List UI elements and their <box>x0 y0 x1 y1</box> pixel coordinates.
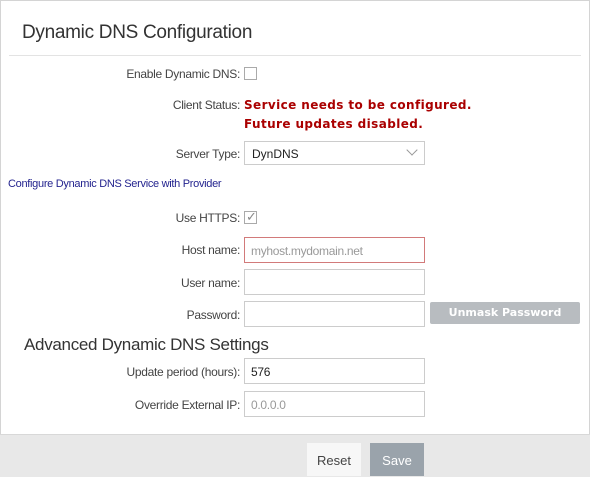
chevron-down-icon <box>406 144 418 156</box>
client-status-line-1: Service needs to be configured. <box>244 98 472 112</box>
server-type-label: Server Type: <box>175 147 241 161</box>
client-status-message: Service needs to be configured. Future u… <box>244 96 472 134</box>
footer-bar <box>0 434 590 477</box>
server-type-select[interactable]: DynDNS <box>244 141 425 165</box>
password-input[interactable] <box>244 301 425 327</box>
update-period-label: Update period (hours): <box>126 365 241 379</box>
update-period-input[interactable]: 576 <box>244 358 425 384</box>
client-status-line-2: Future updates disabled. <box>244 117 424 131</box>
override-ip-input[interactable]: 0.0.0.0 <box>244 391 425 417</box>
use-https-checkbox[interactable]: ✓ <box>244 209 257 224</box>
configure-provider-link[interactable]: Configure Dynamic DNS Service with Provi… <box>8 178 222 190</box>
host-name-label: Host name: <box>181 243 241 257</box>
client-status-label: Client Status: <box>172 98 240 112</box>
page-title: Dynamic DNS Configuration <box>22 22 253 43</box>
user-name-input[interactable] <box>244 269 425 295</box>
user-name-label: User name: <box>180 276 240 290</box>
reset-button[interactable]: Reset <box>307 443 361 476</box>
host-name-input[interactable]: myhost.mydomain.net <box>244 237 425 263</box>
update-period-value: 576 <box>251 365 271 379</box>
checkmark-icon: ✓ <box>246 209 257 224</box>
host-name-placeholder: myhost.mydomain.net <box>251 244 363 258</box>
enable-ddns-checkbox[interactable] <box>244 67 257 80</box>
save-button[interactable]: Save <box>370 443 424 476</box>
password-label: Password: <box>186 308 241 322</box>
title-divider <box>9 55 581 56</box>
advanced-settings-title: Advanced Dynamic DNS Settings <box>24 335 269 354</box>
override-ip-label: Override External IP: <box>134 398 240 412</box>
enable-ddns-label: Enable Dynamic DNS: <box>126 67 240 81</box>
unmask-password-button[interactable]: Unmask Password <box>430 302 580 324</box>
server-type-value: DynDNS <box>252 147 299 161</box>
override-ip-placeholder: 0.0.0.0 <box>251 398 286 412</box>
use-https-label: Use HTTPS: <box>175 211 241 225</box>
